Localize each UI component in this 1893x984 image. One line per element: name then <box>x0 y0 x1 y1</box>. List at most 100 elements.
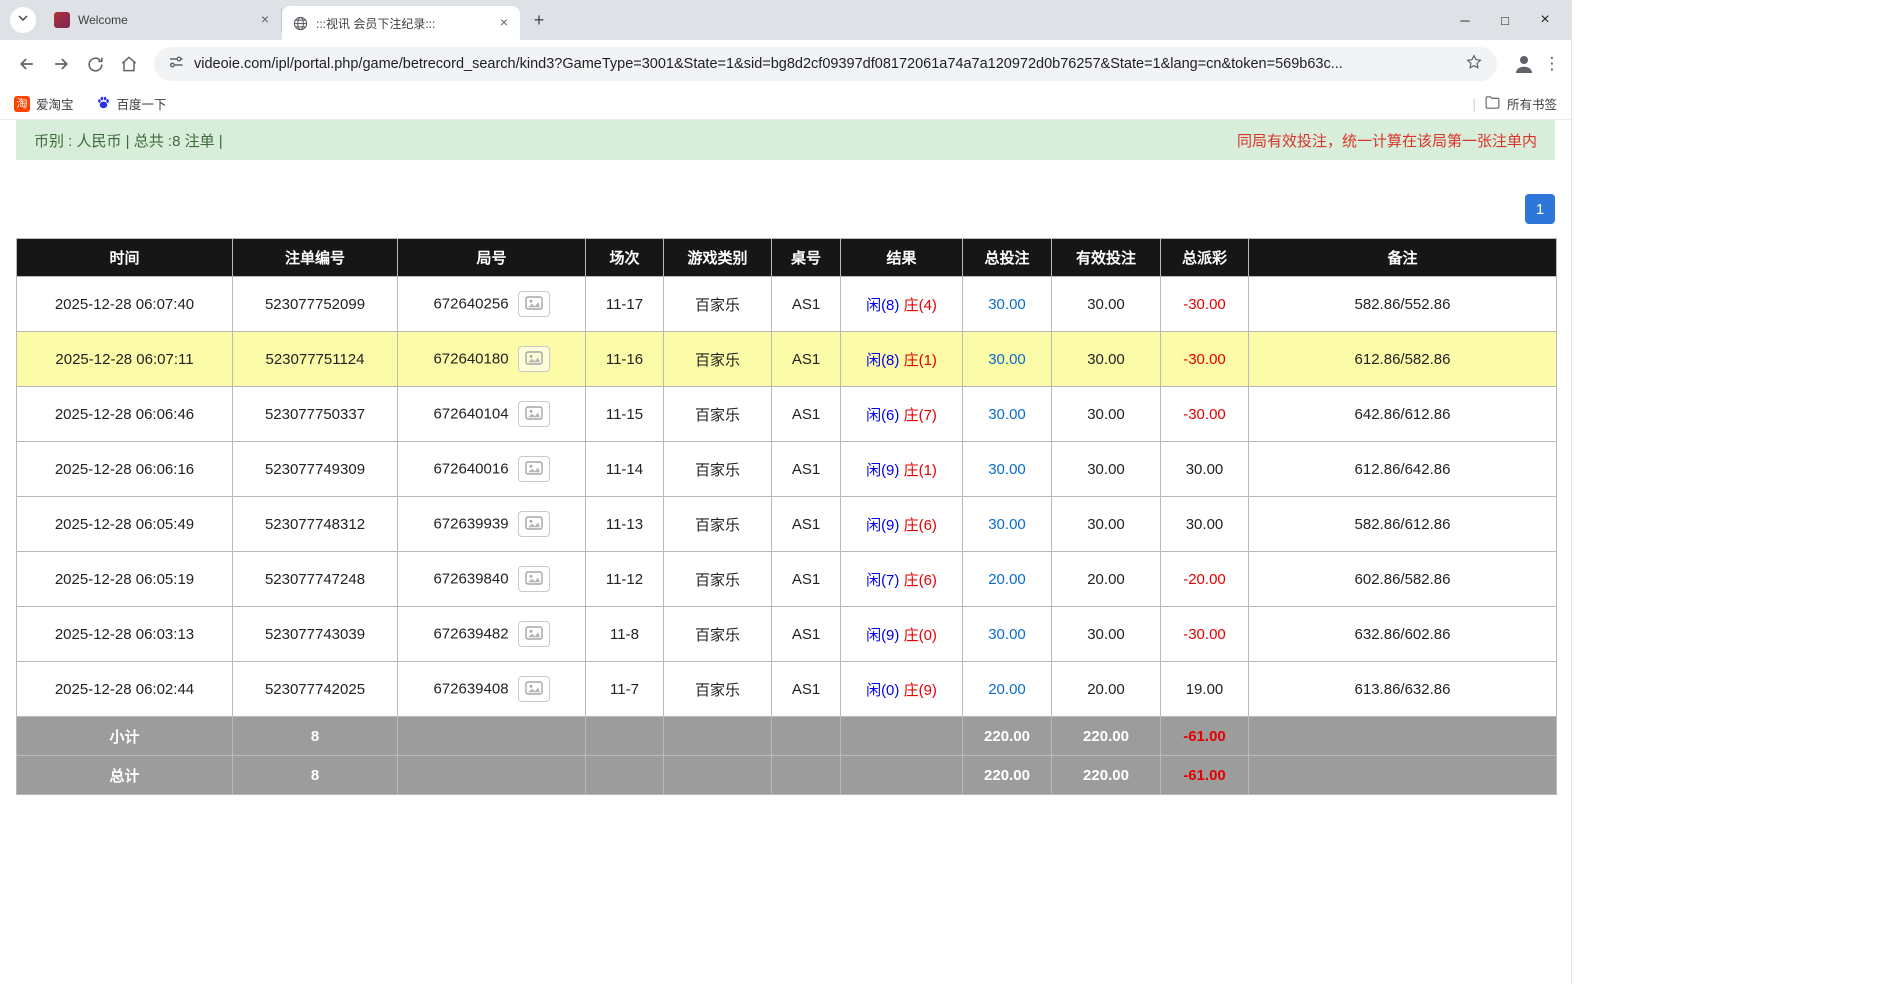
browser-window: Welcome × :::视讯 会员下注纪录::: × + ─ □ × <box>0 0 1572 984</box>
maximize-button[interactable]: □ <box>1485 0 1525 40</box>
page-button-1[interactable]: 1 <box>1525 194 1555 224</box>
cell-table-no: AS1 <box>772 442 841 497</box>
column-header-session: 场次 <box>586 239 664 277</box>
cell-note: 612.86/642.86 <box>1249 442 1557 497</box>
cell-session: 11-17 <box>586 277 664 332</box>
all-bookmarks-button[interactable]: 所有书签 <box>1484 94 1557 114</box>
game-replay-button[interactable] <box>518 511 550 537</box>
game-replay-button[interactable] <box>518 456 550 482</box>
cell-table-no: AS1 <box>772 552 841 607</box>
tab-close-icon[interactable]: × <box>496 15 512 31</box>
cell-table-no: AS1 <box>772 607 841 662</box>
bet-table-body: 2025-12-28 06:07:40523077752099672640256… <box>17 277 1557 717</box>
cell-table-no: AS1 <box>772 662 841 717</box>
cell-total-bet[interactable]: 30.00 <box>963 332 1052 387</box>
window-close-button[interactable]: × <box>1525 0 1565 40</box>
url-text[interactable]: videoie.com/ipl/portal.php/game/betrecor… <box>194 56 1455 72</box>
empty-cell <box>398 756 586 795</box>
cell-total-bet[interactable]: 30.00 <box>963 442 1052 497</box>
cell-time: 2025-12-28 06:06:46 <box>17 387 233 442</box>
game-replay-button[interactable] <box>518 346 550 372</box>
cell-time: 2025-12-28 06:07:11 <box>17 332 233 387</box>
cell-total-bet[interactable]: 20.00 <box>963 552 1052 607</box>
refresh-button[interactable] <box>78 47 112 81</box>
player-result: 闲(8) <box>866 352 899 369</box>
cell-valid-bet: 30.00 <box>1052 277 1161 332</box>
cell-valid-bet: 20.00 <box>1052 662 1161 717</box>
cell-session: 11-15 <box>586 387 664 442</box>
url-bar[interactable]: videoie.com/ipl/portal.php/game/betrecor… <box>154 47 1497 81</box>
cell-valid-bet: 30.00 <box>1052 332 1161 387</box>
column-header-round: 局号 <box>398 239 586 277</box>
game-replay-button[interactable] <box>518 676 550 702</box>
bookmark-taobao[interactable]: 淘 爱淘宝 <box>14 94 74 113</box>
cell-payout: -30.00 <box>1161 387 1249 442</box>
cell-result: 闲(9) 庄(1) <box>841 442 963 497</box>
cell-total-bet[interactable]: 30.00 <box>963 607 1052 662</box>
round-number: 672640256 <box>433 296 508 313</box>
tab-search-button[interactable] <box>10 7 36 33</box>
cell-note: 582.86/552.86 <box>1249 277 1557 332</box>
minimize-button[interactable]: ─ <box>1445 0 1485 40</box>
profile-avatar[interactable] <box>1509 49 1539 79</box>
cell-round: 672639408 <box>398 662 586 717</box>
forward-button[interactable] <box>44 47 78 81</box>
bet-records-table: 时间 注单编号 局号 场次 游戏类别 桌号 结果 总投注 有效投注 总派彩 备注… <box>16 238 1557 795</box>
banker-result: 庄(9) <box>904 682 937 699</box>
cell-total-bet[interactable]: 30.00 <box>963 497 1052 552</box>
empty-cell <box>664 717 772 756</box>
tab-close-icon[interactable]: × <box>257 12 273 28</box>
cell-total-bet[interactable]: 30.00 <box>963 387 1052 442</box>
cell-round: 672640180 <box>398 332 586 387</box>
bookmark-star-icon[interactable] <box>1465 53 1483 76</box>
site-info-icon[interactable] <box>168 54 184 75</box>
player-result: 闲(9) <box>866 517 899 534</box>
game-replay-button[interactable] <box>518 291 550 317</box>
banker-result: 庄(0) <box>904 627 937 644</box>
tab-welcome[interactable]: Welcome × <box>44 8 282 32</box>
empty-cell <box>841 717 963 756</box>
column-header-table-no: 桌号 <box>772 239 841 277</box>
cell-time: 2025-12-28 06:07:40 <box>17 277 233 332</box>
cell-game-type: 百家乐 <box>664 277 772 332</box>
cell-round: 672639840 <box>398 552 586 607</box>
taobao-icon: 淘 <box>14 96 30 112</box>
game-replay-button[interactable] <box>518 566 550 592</box>
bookmark-baidu[interactable]: 百度一下 <box>96 94 167 113</box>
home-button[interactable] <box>112 47 146 81</box>
cell-time: 2025-12-28 06:03:13 <box>17 607 233 662</box>
bookmark-label: 百度一下 <box>117 94 167 113</box>
player-result: 闲(8) <box>866 297 899 314</box>
back-button[interactable] <box>10 47 44 81</box>
column-header-total-bet: 总投注 <box>963 239 1052 277</box>
replay-icon <box>525 296 543 313</box>
cell-note: 632.86/602.86 <box>1249 607 1557 662</box>
new-tab-button[interactable]: + <box>526 7 552 33</box>
banker-result: 庄(7) <box>904 407 937 424</box>
bet-table-row: 2025-12-28 06:06:16523077749309672640016… <box>17 442 1557 497</box>
tab-bet-records[interactable]: :::视讯 会员下注纪录::: × <box>282 6 520 40</box>
cell-payout: 30.00 <box>1161 442 1249 497</box>
replay-icon <box>525 571 543 588</box>
cell-total-bet[interactable]: 30.00 <box>963 277 1052 332</box>
cell-valid-bet: 30.00 <box>1052 607 1161 662</box>
replay-icon <box>525 681 543 698</box>
cell-valid-bet: 30.00 <box>1052 387 1161 442</box>
currency-summary: 币别 : 人民币 | 总共 :8 注单 | <box>34 130 223 151</box>
browser-menu-icon[interactable]: ⋮ <box>1543 54 1561 74</box>
game-replay-button[interactable] <box>518 401 550 427</box>
player-result: 闲(7) <box>866 572 899 589</box>
cell-game-type: 百家乐 <box>664 497 772 552</box>
cell-round: 672639482 <box>398 607 586 662</box>
total-valid-bet: 220.00 <box>1052 756 1161 795</box>
cell-game-type: 百家乐 <box>664 387 772 442</box>
cell-note: 613.86/632.86 <box>1249 662 1557 717</box>
subtotal-count: 8 <box>233 717 398 756</box>
game-replay-button[interactable] <box>518 621 550 647</box>
column-header-note: 备注 <box>1249 239 1557 277</box>
bet-table-row: 2025-12-28 06:05:49523077748312672639939… <box>17 497 1557 552</box>
bookmarks-divider: | <box>1472 96 1476 112</box>
cell-total-bet[interactable]: 20.00 <box>963 662 1052 717</box>
cell-payout: -30.00 <box>1161 607 1249 662</box>
cell-bet-id: 523077747248 <box>233 552 398 607</box>
